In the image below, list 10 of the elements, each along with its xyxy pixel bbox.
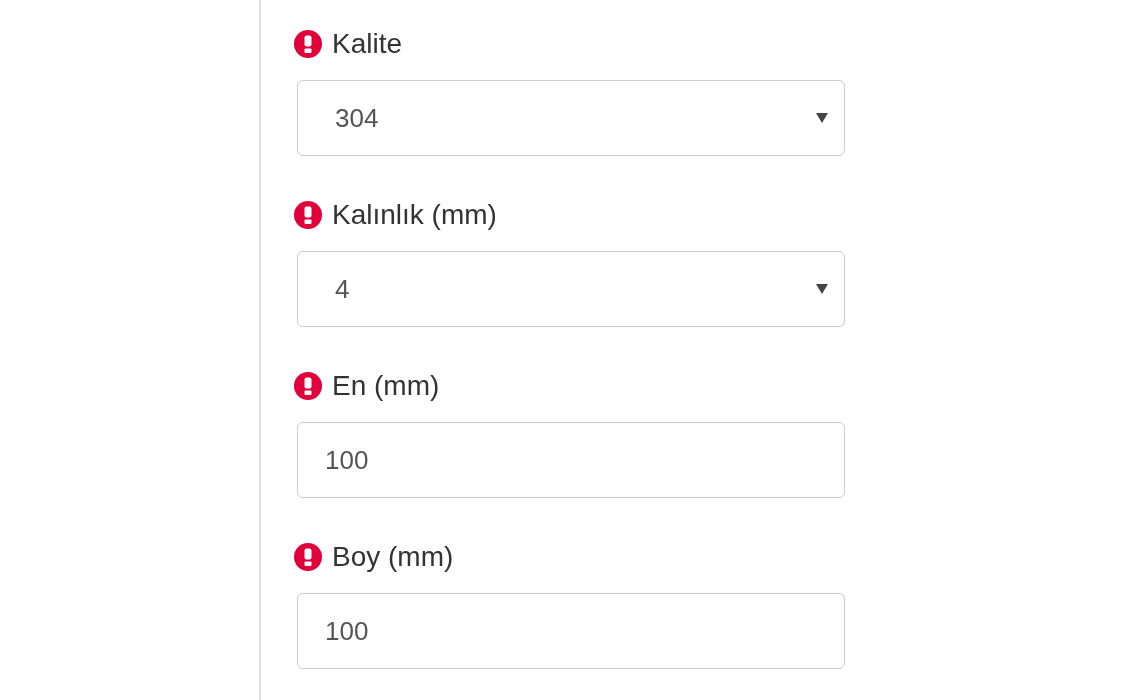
input-field[interactable]: 100 (297, 593, 845, 669)
field-label: Boy (mm) (332, 543, 454, 571)
select-field[interactable]: 304 (297, 80, 845, 156)
input-field[interactable]: 100 (297, 422, 845, 498)
caret-icon (816, 284, 828, 294)
caret-icon (816, 113, 828, 123)
field-label: En (mm) (332, 372, 440, 400)
field-label: Kalite (332, 30, 403, 58)
select-field[interactable]: 4 (297, 251, 845, 327)
field-label: Kalınlık (mm) (332, 201, 497, 229)
